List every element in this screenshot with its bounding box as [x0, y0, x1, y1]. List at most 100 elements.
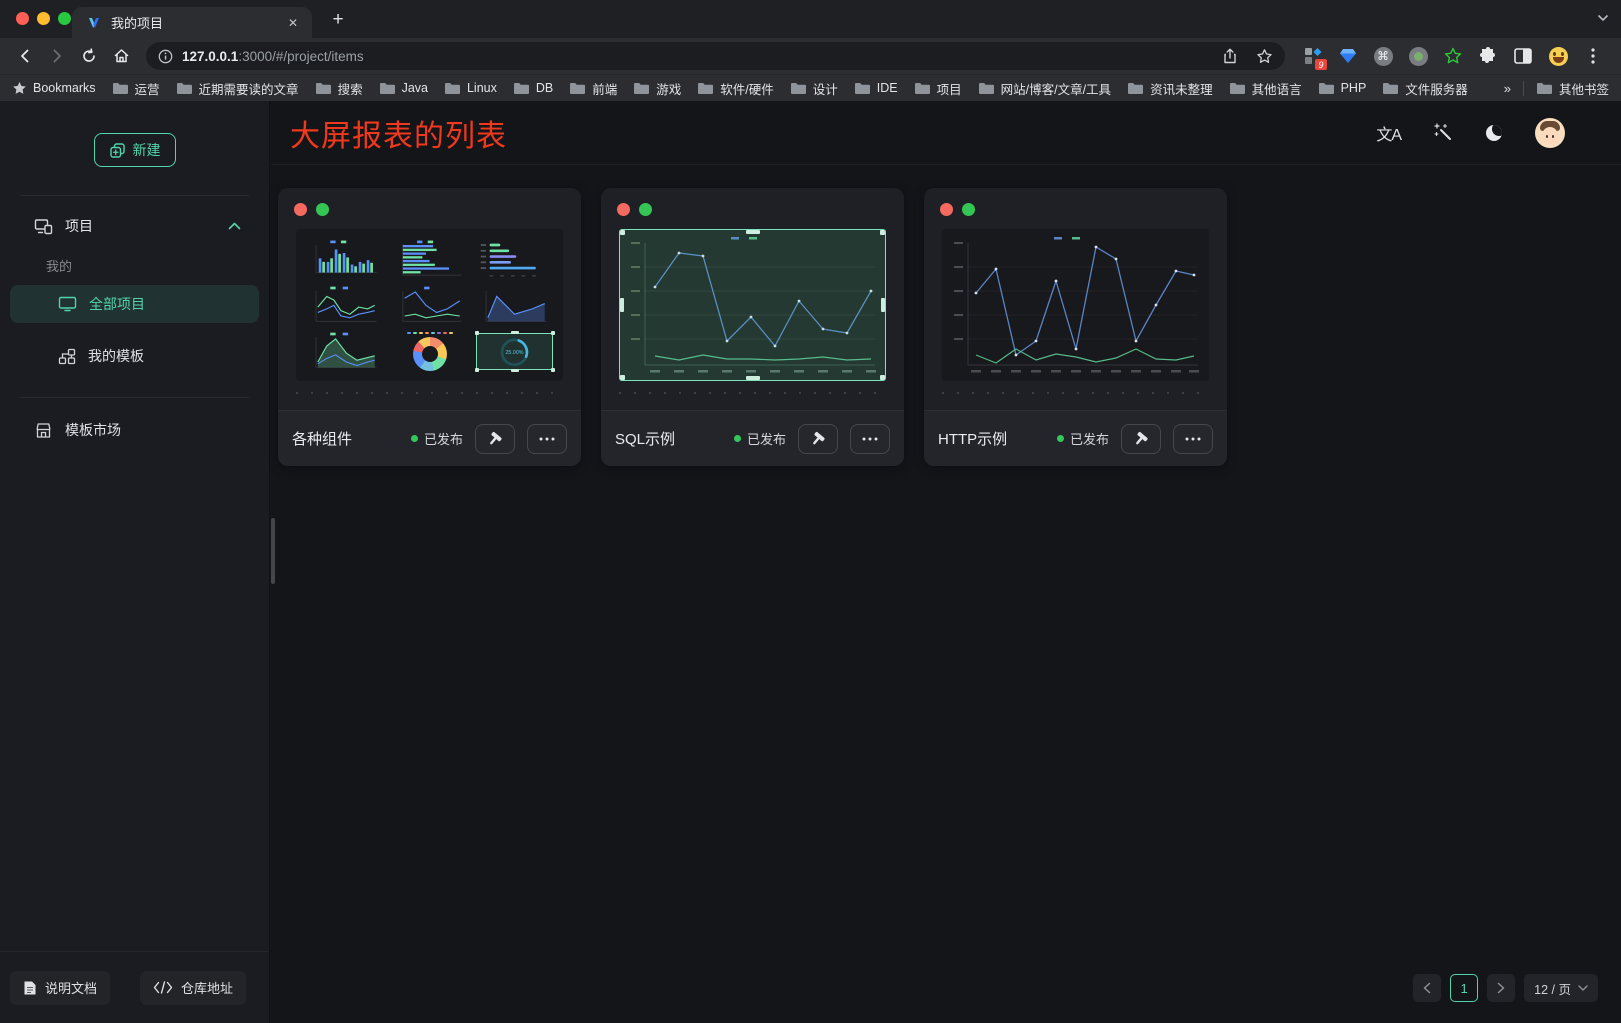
project-title: 各种组件 — [292, 428, 352, 449]
edit-project-button[interactable] — [475, 424, 515, 454]
recorder-extension-icon[interactable] — [1404, 42, 1432, 70]
page-size-select[interactable]: 12 / 页 — [1524, 974, 1598, 1002]
forward-button[interactable] — [42, 41, 72, 71]
side-panel-icon[interactable] — [1509, 42, 1537, 70]
bookmark-folder-item[interactable]: 项目 — [914, 79, 962, 98]
home-button[interactable] — [106, 41, 136, 71]
tab-manager-extension-icon[interactable]: 9 — [1299, 42, 1327, 70]
tab-close-icon[interactable]: ✕ — [284, 14, 302, 32]
more-actions-button[interactable] — [1173, 424, 1213, 454]
folder-icon — [176, 82, 193, 95]
folder-icon — [1536, 82, 1553, 95]
project-thumbnail[interactable] — [942, 229, 1209, 381]
publish-status: 已发布 — [734, 429, 786, 448]
next-page-button[interactable] — [1487, 974, 1515, 1002]
bookmark-folder-item[interactable]: 文件服务器 — [1382, 79, 1468, 98]
bookmark-folder-item[interactable]: 网站/博客/文章/工具 — [978, 79, 1111, 98]
pagination: 1 12 / 页 — [1413, 974, 1598, 1002]
new-project-button[interactable]: 新建 — [94, 133, 176, 167]
more-actions-button[interactable] — [850, 424, 890, 454]
mini-ring-progress: 25.00% — [474, 330, 555, 373]
zoom-window-button[interactable] — [58, 12, 71, 25]
sidebar-group-project[interactable]: 项目 — [0, 204, 269, 248]
language-switch-icon[interactable]: 文A — [1376, 121, 1401, 145]
mini-hbar-chart — [389, 237, 470, 280]
shortcut-extension-icon[interactable]: ⌘ — [1369, 42, 1397, 70]
edit-project-button[interactable] — [798, 424, 838, 454]
extensions-row: 9 ⌘ — [1295, 42, 1611, 70]
bookmark-folder-item[interactable]: 设计 — [790, 79, 838, 98]
green-star-extension-icon[interactable] — [1439, 42, 1467, 70]
tab-title: 我的项目 — [111, 13, 275, 32]
emoji-profile-icon[interactable] — [1544, 42, 1572, 70]
bookmark-folder-item[interactable]: 运营 — [112, 79, 160, 98]
bookmark-folder-item[interactable]: IDE — [854, 81, 898, 95]
reload-button[interactable] — [74, 41, 104, 71]
address-bar[interactable]: 127.0.0.1:3000/#/project/items — [146, 42, 1285, 70]
project-card[interactable]: SQL示例 已发布 — [601, 188, 904, 466]
bookmark-folder-item[interactable]: 游戏 — [633, 79, 681, 98]
bookmarks-right-group: » 其他书签 — [1504, 79, 1609, 98]
window-chevron-down-icon[interactable] — [1597, 14, 1609, 22]
green-dot — [639, 203, 652, 216]
prev-page-button[interactable] — [1413, 974, 1441, 1002]
bookmark-folder-item[interactable]: Linux — [444, 81, 497, 95]
project-thumbnail[interactable] — [619, 229, 886, 381]
hammer-icon — [809, 430, 827, 448]
minimize-window-button[interactable] — [37, 12, 50, 25]
browser-menu-kebab-icon[interactable] — [1579, 42, 1607, 70]
browser-tab[interactable]: 我的项目 ✕ — [72, 7, 312, 38]
bookmark-star-icon[interactable] — [1249, 41, 1279, 71]
mini-capsule-chart — [474, 237, 555, 280]
back-button[interactable] — [10, 41, 40, 71]
magic-wand-icon[interactable] — [1434, 123, 1453, 142]
url-host: 127.0.0.1 — [182, 49, 238, 64]
green-dot — [316, 203, 329, 216]
gem-extension-icon[interactable] — [1334, 42, 1362, 70]
project-thumbnail[interactable]: 25.00% — [296, 229, 563, 381]
edit-project-button[interactable] — [1121, 424, 1161, 454]
hammer-icon — [1132, 430, 1150, 448]
copy-plus-icon — [109, 142, 126, 159]
mini-area-chart — [304, 330, 385, 373]
sidebar-item-template-market[interactable]: 模板市场 — [0, 410, 269, 450]
folder-icon — [633, 82, 650, 95]
publish-status: 已发布 — [411, 429, 463, 448]
repo-link-button[interactable]: 仓库地址 — [140, 971, 246, 1005]
dark-mode-moon-icon[interactable] — [1486, 125, 1502, 141]
bookmarks-overflow-chevron[interactable]: » — [1504, 81, 1511, 96]
new-tab-button[interactable]: + — [326, 8, 350, 32]
sidebar-divider — [20, 397, 249, 398]
card-traffic-dots — [601, 188, 904, 216]
bookmark-folder-item[interactable]: 软件/硬件 — [697, 79, 773, 98]
bookmark-folder-item[interactable]: PHP — [1318, 81, 1367, 95]
bookmark-folder-item[interactable]: DB — [513, 81, 553, 95]
bookmark-folder-item[interactable]: 前端 — [569, 79, 617, 98]
site-info-icon[interactable] — [158, 49, 173, 64]
sidebar-item-my-templates[interactable]: 我的模板 — [10, 337, 259, 375]
bookmark-folders: 运营 近期需要读的文章 搜索 Java Linux DB 前端 游戏 软件/硬件… — [112, 79, 1488, 98]
share-icon[interactable] — [1215, 41, 1245, 71]
document-icon — [23, 980, 37, 996]
other-bookmarks-item[interactable]: 其他书签 — [1536, 79, 1609, 98]
docs-button[interactable]: 说明文档 — [10, 971, 110, 1005]
bookmark-folder-item[interactable]: 近期需要读的文章 — [176, 79, 299, 98]
project-card-list: 25.00% 各种组件 已发布 — [278, 188, 1227, 466]
user-avatar[interactable] — [1535, 118, 1565, 148]
project-card[interactable]: HTTP示例 已发布 — [924, 188, 1227, 466]
project-card[interactable]: 25.00% 各种组件 已发布 — [278, 188, 581, 466]
macos-traffic-lights — [16, 12, 71, 25]
bookmark-folder-item[interactable]: 搜索 — [315, 79, 363, 98]
project-title: HTTP示例 — [938, 428, 1007, 449]
close-window-button[interactable] — [16, 12, 29, 25]
more-actions-button[interactable] — [527, 424, 567, 454]
extensions-puzzle-icon[interactable] — [1474, 42, 1502, 70]
sidebar-item-all-projects[interactable]: 全部项目 — [10, 285, 259, 323]
bookmark-folder-item[interactable]: 其他语言 — [1229, 79, 1302, 98]
scrollbar-thumb[interactable] — [271, 518, 275, 584]
code-icon — [153, 981, 173, 994]
bookmarks-root-item[interactable]: Bookmarks — [12, 81, 96, 96]
current-page-button[interactable]: 1 — [1450, 974, 1478, 1002]
bookmark-folder-item[interactable]: Java — [379, 81, 428, 95]
bookmark-folder-item[interactable]: 资讯未整理 — [1127, 79, 1213, 98]
